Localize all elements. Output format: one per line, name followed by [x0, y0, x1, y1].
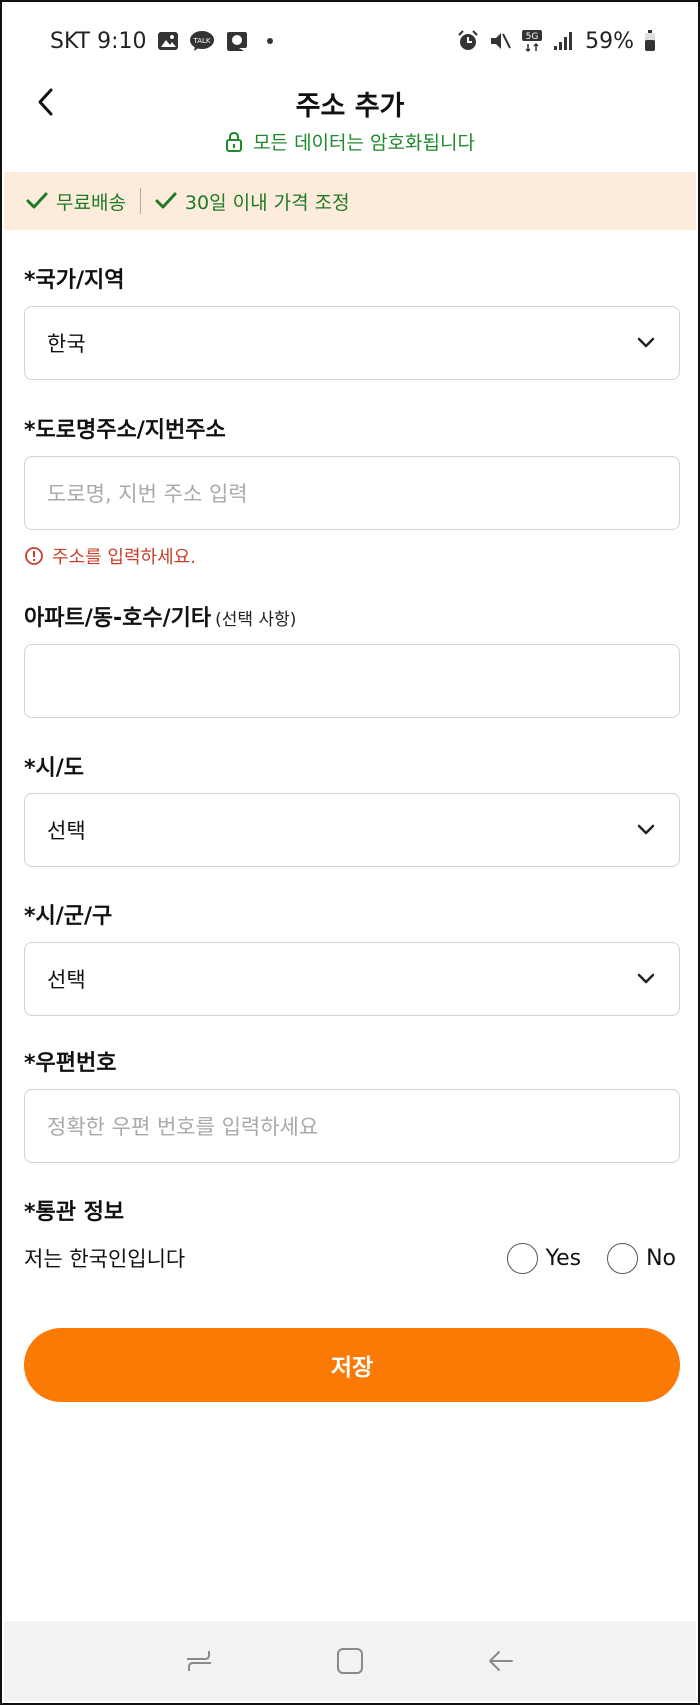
promo-item-free-shipping: 무료배송: [26, 188, 126, 215]
promo-item-label: 무료배송: [56, 191, 126, 214]
radio-yes[interactable]: Yes: [506, 1242, 582, 1274]
city-value: 선택: [47, 968, 86, 992]
city-select[interactable]: 선택: [24, 942, 680, 1016]
talk-icon: TALK: [189, 30, 215, 52]
save-button[interactable]: 저장: [24, 1328, 680, 1402]
optional-note: (선택 사항): [215, 610, 297, 630]
country-label: *국가/지역: [24, 268, 125, 293]
battery-percent: 59%: [585, 28, 634, 54]
status-right: 5G 59%: [457, 29, 656, 54]
mute-icon: [489, 30, 511, 52]
address-error-text: 주소를 입력하세요.: [52, 547, 196, 568]
status-left: SKT 9:10 TALK: [50, 29, 273, 54]
battery-icon: [644, 30, 656, 52]
radio-no[interactable]: No: [607, 1242, 676, 1274]
secure-note: 모든 데이터는 암호화됩니다: [2, 128, 698, 155]
notification-dot-icon: [266, 38, 273, 44]
customs-row: 저는 한국인입니다 Yes No: [24, 1238, 676, 1278]
alert-circle-icon: [25, 547, 43, 565]
lock-icon: [226, 131, 243, 152]
address-label: *도로명주소/지번주소: [24, 418, 226, 443]
radio-circle-icon: [607, 1242, 639, 1274]
recent-apps-button[interactable]: [177, 1639, 221, 1683]
home-icon: [336, 1648, 363, 1674]
home-button[interactable]: [328, 1639, 372, 1683]
address-input[interactable]: 도로명, 지번 주소 입력: [24, 456, 680, 530]
postal-placeholder: 정확한 우편 번호를 입력하세요: [47, 1115, 319, 1139]
status-bar: SKT 9:10 TALK 5G 59%: [2, 2, 698, 80]
radio-no-label: No: [646, 1245, 676, 1271]
address-placeholder: 도로명, 지번 주소 입력: [47, 482, 248, 506]
customs-question: 저는 한국인입니다: [24, 1247, 186, 1271]
svg-text:5G: 5G: [526, 32, 539, 42]
carrier-time: SKT 9:10: [50, 28, 147, 54]
check-icon: [155, 192, 177, 209]
postal-input[interactable]: 정확한 우편 번호를 입력하세요: [24, 1089, 680, 1163]
system-back-button[interactable]: [479, 1639, 523, 1683]
chevron-down-icon: [635, 819, 657, 841]
chevron-down-icon: [635, 332, 657, 354]
svg-text:TALK: TALK: [192, 37, 210, 45]
recent-apps-icon: [187, 1651, 212, 1671]
check-icon: [26, 192, 48, 209]
postal-label: *우편번호: [24, 1051, 117, 1076]
back-nav-icon: [488, 1651, 513, 1671]
city-label: *시/군/구: [24, 904, 113, 929]
system-nav-bar: [4, 1621, 696, 1701]
nationality-radio-group: Yes No: [506, 1242, 676, 1274]
detail-label: 아파트/동-호수/기타 (선택 사항): [24, 600, 296, 632]
alarm-icon: [457, 30, 479, 52]
gallery-icon: [157, 31, 179, 51]
detail-input[interactable]: [24, 644, 680, 718]
province-value: 선택: [47, 819, 86, 843]
detail-label-text: 아파트/동-호수/기타: [24, 606, 212, 631]
header: 주소 추가 모든 데이터는 암호화됩니다: [2, 80, 698, 168]
promo-banner: 무료배송 30일 이내 가격 조정: [4, 172, 696, 230]
province-select[interactable]: 선택: [24, 793, 680, 867]
network-5g-icon: 5G: [521, 29, 543, 53]
chat-icon: [225, 30, 249, 52]
promo-item-price-adjust: 30일 이내 가격 조정: [155, 188, 350, 215]
country-value: 한국: [47, 332, 86, 356]
page-title: 주소 추가: [295, 91, 405, 122]
promo-item-label: 30일 이내 가격 조정: [184, 191, 350, 214]
radio-yes-label: Yes: [545, 1245, 582, 1271]
signal-icon: [553, 31, 575, 51]
chevron-down-icon: [635, 968, 657, 990]
radio-circle-icon: [506, 1242, 538, 1274]
phone-screen: SKT 9:10 TALK 5G 59% 주소 추가 모든 데이터는 암호화됩니…: [0, 0, 700, 1705]
customs-label: *통관 정보: [24, 1200, 125, 1225]
province-label: *시/도: [24, 756, 85, 781]
secure-note-text: 모든 데이터는 암호화됩니다: [253, 132, 475, 154]
promo-divider: [139, 188, 141, 214]
country-select[interactable]: 한국: [24, 306, 680, 380]
address-error: 주소를 입력하세요.: [24, 543, 196, 569]
